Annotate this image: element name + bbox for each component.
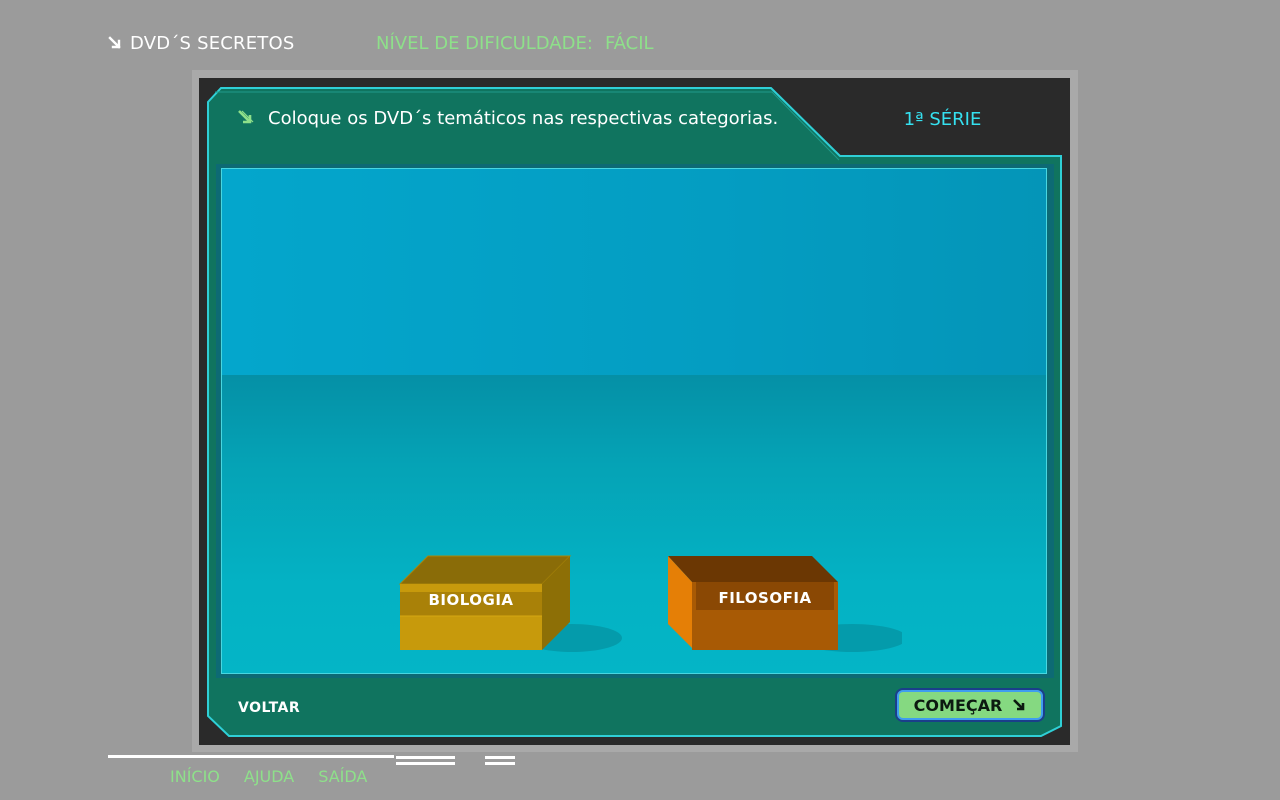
- start-button[interactable]: COMEÇAR: [895, 688, 1045, 722]
- difficulty-level: NÍVEL DE DIFICULDADE: FÁCIL: [376, 30, 654, 56]
- nav-divider: [485, 762, 515, 765]
- nav-home[interactable]: INÍCIO: [170, 767, 220, 786]
- drop-zone-background: [222, 169, 1046, 376]
- nav-divider: [108, 755, 394, 758]
- category-label-biologia: BIOLOGIA: [428, 591, 514, 609]
- arrow-down-right-icon: [1013, 699, 1025, 711]
- back-button[interactable]: VOLTAR: [238, 700, 300, 716]
- game-area: BIOLOGIA FILOSOFIA: [221, 168, 1047, 674]
- instruction-text: Coloque os DVD´s temáticos nas respectiv…: [268, 107, 779, 129]
- arrow-down-right-icon: [238, 110, 254, 124]
- nav-divider: [396, 756, 455, 759]
- category-box-filosofia[interactable]: [662, 552, 902, 662]
- instruction: Coloque os DVD´s temáticos nas respectiv…: [236, 104, 778, 132]
- difficulty-label: NÍVEL DE DIFICULDADE:: [376, 32, 593, 54]
- difficulty-value: FÁCIL: [604, 32, 654, 54]
- category-label-filosofia: FILOSOFIA: [718, 589, 812, 607]
- nav-divider: [485, 756, 515, 759]
- app-title-text: DVD´S SECRETOS: [130, 32, 295, 54]
- start-button-label: COMEÇAR: [913, 695, 1003, 715]
- app-title: DVD´S SECRETOS: [108, 30, 295, 56]
- nav-exit[interactable]: SAÍDA: [318, 767, 367, 786]
- arrow-down-right-icon: [108, 36, 121, 49]
- floor: [222, 375, 1046, 673]
- nav-divider: [396, 762, 455, 765]
- bottom-nav: INÍCIO AJUDA SAÍDA: [170, 767, 367, 786]
- nav-help[interactable]: AJUDA: [244, 767, 294, 786]
- grade-label: 1ª SÉRIE: [903, 109, 982, 130]
